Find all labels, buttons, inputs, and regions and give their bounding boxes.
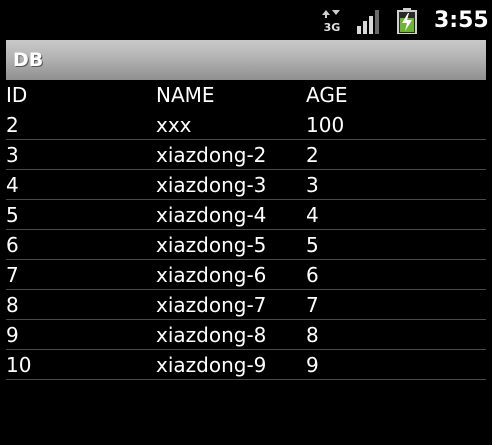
table-row: 4 xiazdong-3 3	[6, 170, 486, 200]
network-type-label: 3G	[324, 21, 341, 32]
screen: 3G 3:55 DB ID NAME AGE 2 xxx 100 3 xiazd…	[0, 0, 492, 445]
column-header-name: NAME	[156, 83, 215, 107]
cell-age: 5	[306, 233, 319, 257]
table-row: 2 xxx 100	[6, 110, 486, 140]
table-row: 9 xiazdong-8 8	[6, 320, 486, 350]
title-bar: DB	[6, 40, 486, 80]
cell-name: xiazdong-6	[156, 263, 267, 287]
cell-age: 4	[306, 203, 319, 227]
cell-name: xiazdong-7	[156, 293, 267, 317]
3g-data-icon: 3G	[322, 10, 341, 32]
cell-age: 6	[306, 263, 319, 287]
cell-id: 6	[6, 233, 19, 257]
cell-age: 9	[306, 353, 319, 377]
db-table: ID NAME AGE 2 xxx 100 3 xiazdong-2 2 4 x…	[6, 80, 486, 380]
table-row: 10 xiazdong-9 9	[6, 350, 486, 380]
cell-age: 7	[306, 293, 319, 317]
cell-name: xiazdong-8	[156, 323, 267, 347]
table-row: 7 xiazdong-6 6	[6, 260, 486, 290]
status-bar: 3G 3:55	[0, 0, 492, 40]
cell-age: 2	[306, 143, 319, 167]
cell-id: 9	[6, 323, 19, 347]
cell-age: 8	[306, 323, 319, 347]
cell-age: 3	[306, 173, 319, 197]
status-time: 3:55	[434, 8, 489, 33]
cell-name: xiazdong-4	[156, 203, 267, 227]
table-header-row: ID NAME AGE	[6, 80, 486, 110]
cell-name: xxx	[156, 113, 192, 137]
table-row: 6 xiazdong-5 5	[6, 230, 486, 260]
cell-name: xiazdong-2	[156, 143, 267, 167]
cell-id: 5	[6, 203, 19, 227]
cell-id: 10	[6, 353, 32, 377]
cell-id: 7	[6, 263, 19, 287]
battery-charging-icon	[397, 8, 417, 34]
cell-name: xiazdong-9	[156, 353, 267, 377]
cell-id: 4	[6, 173, 19, 197]
column-header-id: ID	[6, 83, 28, 107]
app-title: DB	[13, 49, 44, 71]
signal-strength-icon	[357, 10, 379, 34]
table-row: 8 xiazdong-7 7	[6, 290, 486, 320]
cell-id: 8	[6, 293, 19, 317]
cell-name: xiazdong-5	[156, 233, 267, 257]
cell-name: xiazdong-3	[156, 173, 267, 197]
cell-id: 2	[6, 113, 19, 137]
column-header-age: AGE	[306, 83, 348, 107]
cell-age: 100	[306, 113, 345, 137]
table-row: 5 xiazdong-4 4	[6, 200, 486, 230]
cell-id: 3	[6, 143, 19, 167]
table-row: 3 xiazdong-2 2	[6, 140, 486, 170]
